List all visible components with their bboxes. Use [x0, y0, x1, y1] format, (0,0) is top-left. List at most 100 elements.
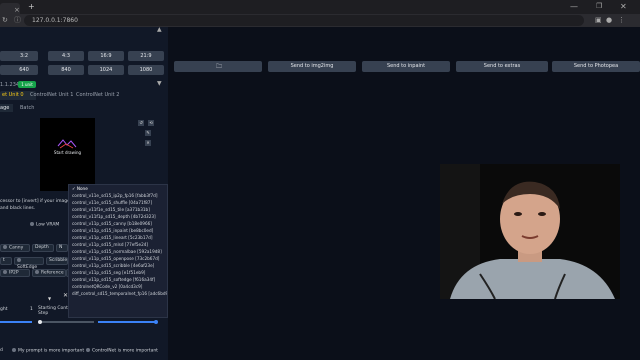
- ratio-button-3-2[interactable]: 3:2: [10, 51, 38, 61]
- control-weight-value[interactable]: 1: [30, 307, 33, 312]
- send-to-photopea-button[interactable]: Send to Photopea: [552, 61, 640, 72]
- model-dropdown-list[interactable]: ✓ None control_v11e_sd15_ip2p_fp16 [fabb…: [68, 184, 168, 318]
- radio-icon: [3, 245, 7, 249]
- size-button-1024[interactable]: 1024: [88, 65, 124, 75]
- control-weight-slider[interactable]: [0, 321, 32, 323]
- radio-icon: [12, 348, 16, 352]
- collapse-arrow-icon[interactable]: ▲: [157, 27, 162, 33]
- preprocessor-label: Depth: [35, 245, 49, 250]
- preprocessor-depth[interactable]: Depth: [32, 244, 54, 252]
- clear-icon[interactable]: ✕: [145, 140, 151, 146]
- ending-step-handle[interactable]: [154, 320, 158, 324]
- preprocessor-label: N: [59, 245, 63, 250]
- control-mode-balanced[interactable]: d: [0, 348, 3, 353]
- low-vram-label: Low VRAM: [36, 222, 60, 228]
- webcam-overlay: [440, 164, 620, 299]
- control-mode-label: d: [0, 348, 3, 353]
- control-mode-label: ControlNet is more important: [92, 348, 158, 354]
- ratio-button-21-9[interactable]: 21:9: [128, 51, 164, 61]
- edit-icon[interactable]: ✎: [145, 130, 151, 136]
- preprocessor-label: IP2P: [9, 270, 19, 276]
- model-option[interactable]: control_v11p_sd15_seg [e1f51eb9]: [69, 269, 167, 276]
- radio-icon: [3, 270, 7, 274]
- model-option[interactable]: control_v11p_sd15_scribble [4e6af23e]: [69, 262, 167, 269]
- preprocessor-note-line-2: and black lines.: [0, 206, 36, 211]
- tab-single-image[interactable]: age: [0, 104, 13, 112]
- radio-icon: [35, 270, 39, 274]
- radio-icon: [17, 258, 21, 262]
- profile-icon[interactable]: ●: [606, 16, 612, 25]
- model-option[interactable]: control_v11e_sd15_ip2p_fp16 [fabb3f7d]: [69, 192, 167, 199]
- model-option[interactable]: control_v11p_sd15_inpaint [be8bc0ed]: [69, 227, 167, 234]
- new-tab-button[interactable]: +: [28, 3, 35, 11]
- preprocessor-label: t: [3, 258, 5, 263]
- minimize-window-icon[interactable]: —: [570, 2, 578, 11]
- ratio-button-4-3[interactable]: 4:3: [48, 51, 84, 61]
- model-option[interactable]: control_v11p_sd15_softedge [f616a34f]: [69, 276, 167, 283]
- webui-app: ▲ 3:2 4:3 16:9 21:9 640 840 1024 1080 1.…: [0, 27, 640, 360]
- send-to-extras-button[interactable]: Send to extras: [456, 61, 548, 72]
- low-vram-checkbox[interactable]: Low VRAM: [30, 222, 59, 228]
- size-button-840[interactable]: 840: [48, 65, 84, 75]
- preprocessor-label: Canny: [9, 245, 24, 251]
- preprocessor-ip2p[interactable]: IP2P: [0, 269, 30, 277]
- ending-step-slider[interactable]: [98, 321, 156, 323]
- presenter-video: [440, 164, 620, 299]
- model-option[interactable]: control_v11f1e_sd15_tile [a371b31b]: [69, 206, 167, 213]
- browser-menu-icon[interactable]: ⋮: [618, 16, 625, 25]
- model-option[interactable]: control_v11f1p_sd15_depth [4b72d323]: [69, 213, 167, 220]
- controlnet-panel: ▲ 3:2 4:3 16:9 21:9 640 840 1024 1080 1.…: [0, 27, 168, 360]
- url-field[interactable]: 127.0.0.1:7860: [24, 15, 584, 26]
- model-option[interactable]: control_v11p_sd15_mlsd [77ef5e24]: [69, 241, 167, 248]
- control-mode-controlnet[interactable]: ControlNet is more important: [86, 348, 158, 354]
- model-option[interactable]: control_v11p_sd15_lineart [5c23b17d]: [69, 234, 167, 241]
- folder-icon: 🗀: [216, 63, 223, 70]
- preprocessor-lineart[interactable]: t: [0, 257, 12, 265]
- collapse-controlnet-icon[interactable]: ▼: [157, 80, 162, 87]
- browser-tab-bar: × + — ❐ ✕: [0, 0, 640, 14]
- maximize-window-icon[interactable]: ❐: [596, 2, 602, 10]
- control-mode-label: My prompt is more important: [18, 348, 85, 354]
- close-tab-icon[interactable]: ×: [14, 6, 20, 14]
- model-option[interactable]: control_v11p_sd15_normalbae [592a19d8]: [69, 248, 167, 255]
- size-button-640[interactable]: 640: [10, 65, 38, 75]
- preprocessor-label: Scribble: [49, 258, 68, 263]
- preprocessor-scribble[interactable]: Scribble: [46, 257, 68, 265]
- tab-controlnet-unit-1[interactable]: ControlNet Unit 1: [30, 91, 73, 100]
- extension-icon[interactable]: ▣: [595, 16, 602, 25]
- model-option[interactable]: controlnetQRCode_v2 [0a4cd3c9]: [69, 283, 167, 290]
- radio-icon: [86, 348, 90, 352]
- ratio-button-16-9[interactable]: 16:9: [88, 51, 124, 61]
- undo-icon[interactable]: ↺: [138, 120, 144, 126]
- screen: × + — ❐ ✕ ↻ ⓘ 127.0.0.1:7860 ▣ ● ⋮ ▲ 3:2…: [0, 0, 640, 360]
- starting-step-label-2: Step: [38, 311, 49, 316]
- checkbox-icon: [30, 222, 34, 226]
- reload-icon[interactable]: ↻: [2, 16, 8, 24]
- close-window-icon[interactable]: ✕: [620, 2, 627, 11]
- model-option[interactable]: control_v11p_sd15_canny [b18e0966]: [69, 220, 167, 227]
- model-option[interactable]: diff_control_sd15_temporalnet_fp16 [adc6…: [69, 290, 167, 297]
- preprocessor-canny[interactable]: Canny: [0, 244, 30, 252]
- send-to-img2img-button[interactable]: Send to img2img: [268, 61, 356, 72]
- starting-step-slider[interactable]: [38, 321, 94, 323]
- reset-icon[interactable]: ⟲: [148, 120, 154, 126]
- preprocessor-dropdown-arrow-icon[interactable]: ▼: [46, 295, 53, 302]
- size-button-1080[interactable]: 1080: [128, 65, 164, 75]
- preprocessor-softedge[interactable]: SoftEdge: [14, 257, 44, 270]
- preprocessor-reference[interactable]: Reference: [32, 269, 66, 277]
- model-option[interactable]: control_v11p_sd15_openpose [73c2b67d]: [69, 255, 167, 262]
- starting-step-handle[interactable]: [38, 320, 42, 324]
- site-info-icon[interactable]: ⓘ: [14, 16, 21, 24]
- tab-batch[interactable]: Batch: [20, 104, 34, 112]
- drawing-canvas[interactable]: Start drawing: [40, 118, 95, 191]
- send-to-inpaint-button[interactable]: Send to inpaint: [362, 61, 450, 72]
- model-option[interactable]: ✓ None: [69, 185, 167, 192]
- control-mode-prompt[interactable]: My prompt is more important: [12, 348, 84, 354]
- start-drawing-hint: Start drawing: [53, 150, 82, 155]
- browser-tab[interactable]: ×: [0, 3, 20, 14]
- preprocessor-normal[interactable]: N: [56, 244, 68, 252]
- tab-controlnet-unit-2[interactable]: ControlNet Unit 2: [76, 91, 119, 100]
- controlnet-version: 1.1.234: [0, 82, 20, 88]
- model-option[interactable]: control_v11e_sd15_shuffle [04a71f87]: [69, 199, 167, 206]
- control-weight-label: ght: [0, 307, 8, 312]
